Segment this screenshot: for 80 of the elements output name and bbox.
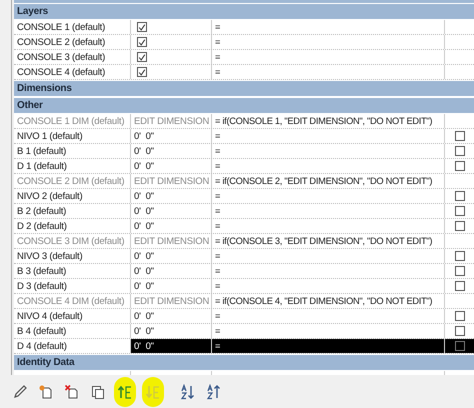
lock-checkbox[interactable] (454, 206, 464, 216)
parameter-name: CONSOLE 3 (default) (14, 50, 131, 64)
section-header[interactable]: Other (14, 97, 474, 114)
sort-descending-icon (206, 384, 222, 400)
new-parameter-icon (38, 384, 54, 400)
checkbox[interactable] (137, 37, 147, 47)
formula-text[interactable]: = if(CONSOLE 2, "EDIT DIMENSION", "DO NOT EDIT") (215, 176, 432, 186)
pencil-icon (12, 384, 28, 400)
parameter-value[interactable]: 0' 0" (134, 220, 154, 232)
parameter-value[interactable]: 0' 0" (134, 130, 154, 142)
formula-text[interactable]: = if(CONSOLE 4, "EDIT DIMENSION", "DO NOT EDIT") (215, 296, 432, 306)
move-up-icon (117, 384, 133, 400)
parameter-name: CONSOLE 4 DIM (default) (14, 294, 131, 308)
parameter-name: CONSOLE 1 (default) (14, 20, 131, 34)
parameter-value[interactable]: 0' 0" (134, 340, 154, 352)
formula-text[interactable]: = (215, 326, 220, 336)
section-header[interactable]: Dimensions (14, 80, 474, 97)
formula-text[interactable]: = (215, 266, 220, 276)
section-header[interactable]: Layers (14, 3, 474, 20)
formula-text[interactable]: = (215, 311, 220, 321)
move-down-icon (145, 384, 161, 400)
parameter-value[interactable]: 0' 0" (134, 190, 154, 202)
parameter-name: NIVO 4 (default) (14, 309, 131, 323)
formula-text[interactable]: = (215, 281, 220, 291)
formula-text[interactable]: = (215, 206, 220, 216)
formula-text[interactable]: = (215, 191, 220, 201)
parameter-name: B 1 (default) (14, 144, 131, 158)
formula-text[interactable]: = (215, 251, 220, 261)
move-up-button[interactable] (114, 376, 136, 406)
formula-text[interactable]: = (215, 161, 220, 171)
parameter-name: NIVO 3 (default) (14, 249, 131, 263)
parameter-value[interactable]: 0' 0" (134, 160, 154, 172)
lock-checkbox[interactable] (454, 146, 464, 156)
parameter-name: CONSOLE 2 (default) (14, 35, 131, 49)
formula-text[interactable]: = if(CONSOLE 3, "EDIT DIMENSION", "DO NOT EDIT") (215, 236, 432, 246)
parameter-value[interactable]: 0' 0" (134, 310, 154, 322)
parameter-name: CONSOLE 4 (default) (14, 65, 131, 79)
parameter-value[interactable]: 0' 0" (134, 326, 154, 336)
lock-checkbox[interactable] (454, 191, 464, 201)
checkbox[interactable] (137, 22, 147, 32)
parameter-name: B 2 (default) (14, 204, 131, 218)
formula-text[interactable]: = (215, 37, 220, 47)
duplicate-icon (90, 384, 106, 400)
formula-text[interactable]: = (215, 22, 220, 32)
lock-checkbox[interactable] (454, 251, 464, 261)
parameter-name: NIVO 2 (default) (14, 189, 131, 203)
formula-text[interactable]: = (215, 52, 220, 62)
lock-checkbox[interactable] (454, 311, 464, 321)
parameter-name: B 3 (default) (14, 264, 131, 278)
parameter-value[interactable]: 0' 0" (134, 266, 154, 276)
formula-text[interactable]: = (215, 341, 220, 351)
formula-text[interactable]: = (215, 131, 220, 141)
section-header[interactable]: Identity Data (14, 354, 474, 371)
parameter-value[interactable]: 0' 0" (134, 250, 154, 262)
lock-checkbox[interactable] (454, 221, 464, 231)
lock-checkbox[interactable] (454, 281, 464, 291)
formula-text[interactable]: = (215, 146, 220, 156)
lock-checkbox[interactable] (454, 341, 464, 351)
parameter-name: B 4 (default) (14, 324, 131, 338)
formula-text[interactable]: = (215, 67, 220, 77)
lock-checkbox[interactable] (454, 161, 464, 171)
parameter-value[interactable]: 0' 0" (134, 206, 154, 216)
lock-checkbox[interactable] (454, 131, 464, 141)
parameter-name: D 1 (default) (14, 159, 131, 173)
lock-checkbox[interactable] (454, 326, 464, 336)
sort-ascending-icon (180, 384, 196, 400)
parameter-value[interactable]: 0' 0" (134, 280, 154, 292)
checkbox[interactable] (137, 67, 147, 77)
parameter-name: NIVO 1 (default) (14, 129, 131, 143)
parameter-name: CONSOLE 2 DIM (default) (14, 174, 131, 188)
formula-text[interactable]: = (215, 221, 220, 231)
parameter-name: D 2 (default) (14, 219, 131, 233)
delete-parameter-icon (64, 384, 80, 400)
formula-text[interactable]: = if(CONSOLE 1, "EDIT DIMENSION", "DO NOT EDIT") (215, 116, 432, 126)
parameter-value[interactable]: 0' 0" (134, 146, 154, 156)
parameter-name: CONSOLE 1 DIM (default) (14, 114, 131, 128)
checkbox[interactable] (137, 52, 147, 62)
lock-checkbox[interactable] (454, 266, 464, 276)
parameter-name: D 3 (default) (14, 279, 131, 293)
parameter-name: CONSOLE 3 DIM (default) (14, 234, 131, 248)
